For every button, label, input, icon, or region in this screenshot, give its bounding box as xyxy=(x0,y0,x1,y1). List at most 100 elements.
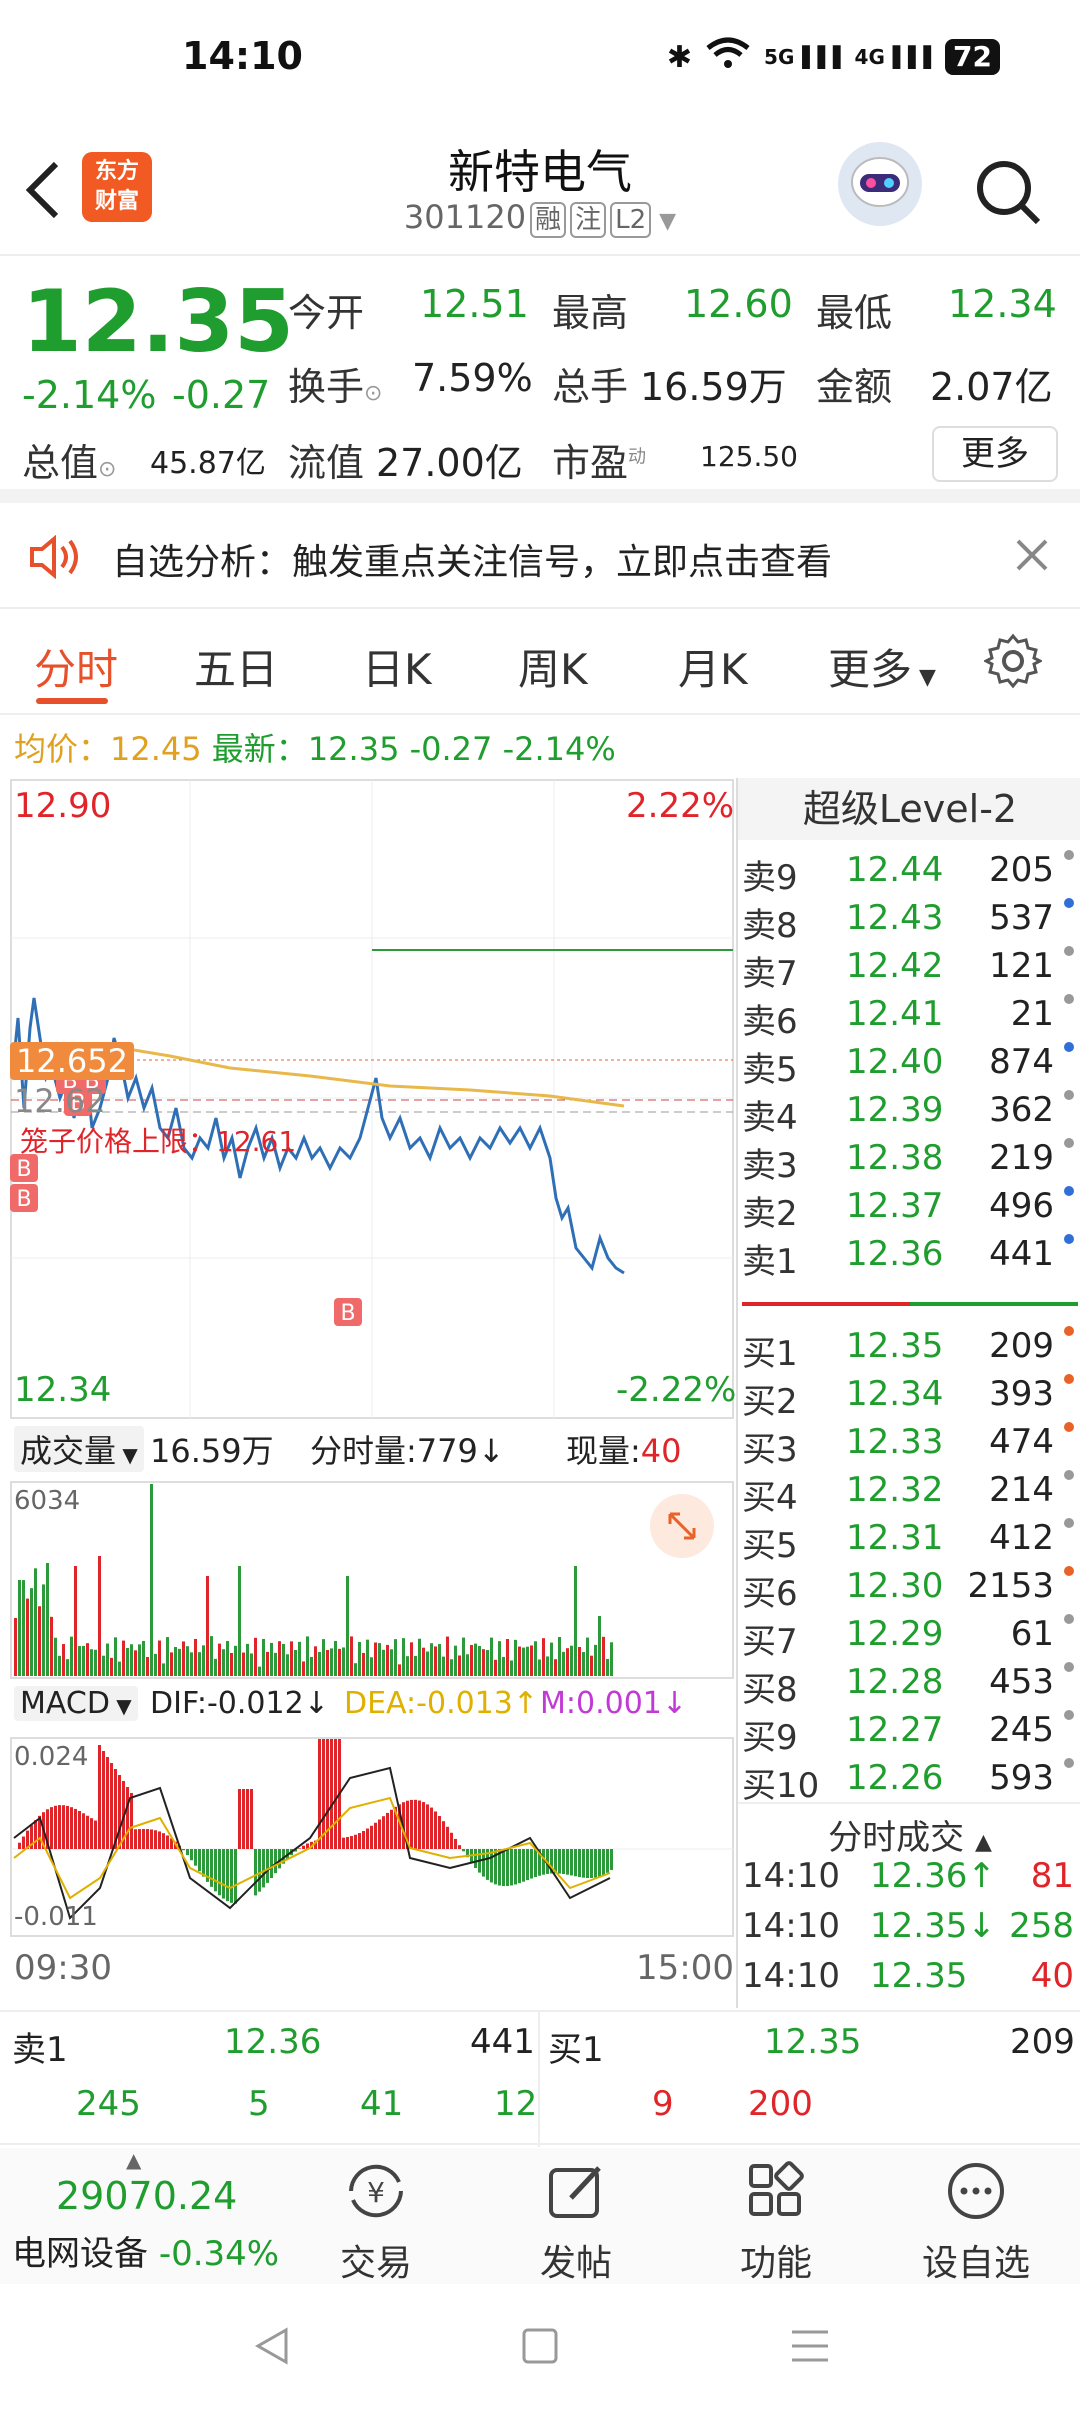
volume-bar xyxy=(238,1566,241,1676)
volume-bar xyxy=(546,1656,549,1676)
macd-bar xyxy=(434,1811,437,1849)
macd-bar xyxy=(530,1849,533,1879)
order-row: 卖8 12.43 537 xyxy=(738,898,1080,946)
macd-bar xyxy=(158,1831,161,1849)
macd-bar xyxy=(22,1836,25,1849)
mktcap-label[interactable]: 总值⊙ xyxy=(22,432,116,487)
macd-bar xyxy=(198,1849,201,1872)
order-flag-dot xyxy=(1064,1326,1074,1336)
close-icon[interactable] xyxy=(1014,537,1050,577)
trade-price: 12.36↑ xyxy=(870,1856,996,1896)
price-info-line: 均价：12.45 最新：12.35 -0.27 -2.14% xyxy=(14,724,616,770)
tab-five-day[interactable]: 五日 xyxy=(194,636,278,697)
volume-bar xyxy=(458,1655,461,1676)
trade-row: 14:10 12.35↓ 258 xyxy=(738,1906,1080,1956)
order-volume: 474 xyxy=(989,1422,1054,1462)
volume-bar xyxy=(54,1637,57,1676)
macd-bar xyxy=(186,1849,189,1856)
macd-dif: DIF:-0.012↓ xyxy=(150,1686,329,1721)
notice-bar[interactable]: 自选分析：触发重点关注信号，立即点击查看 xyxy=(0,505,1080,609)
volume-label: 总手 xyxy=(552,365,629,409)
macd-selector[interactable]: MACD ▼ xyxy=(14,1686,138,1721)
function-button[interactable]: 功能 xyxy=(696,2148,856,2284)
order-price: 12.33 xyxy=(846,1422,944,1462)
order-flag-dot xyxy=(1064,1710,1074,1720)
nav-menu-icon[interactable] xyxy=(788,2326,832,2370)
volume-bar xyxy=(86,1643,89,1676)
volume-bar xyxy=(58,1655,61,1676)
volume-bar xyxy=(166,1637,169,1676)
volume-bar xyxy=(226,1641,229,1676)
volume-bar xyxy=(30,1588,33,1676)
volume-bar xyxy=(406,1656,409,1676)
volume-bar xyxy=(126,1647,129,1676)
trade-row: 14:10 12.35 40 xyxy=(738,1956,1080,2006)
order-price: 12.39 xyxy=(846,1090,944,1130)
order-volume: 441 xyxy=(989,1234,1054,1274)
expand-icon[interactable] xyxy=(650,1494,714,1558)
volume-bar xyxy=(602,1636,605,1676)
intraday-chart[interactable]: BBBBBB 12.90 2.22% 12.652 12.62 笼子价格上限：1… xyxy=(10,778,736,2008)
settings-gear-icon[interactable] xyxy=(982,632,1044,694)
tab-intraday[interactable]: 分时 xyxy=(34,636,118,697)
search-icon[interactable] xyxy=(972,156,1044,232)
trade-button[interactable]: ¥ 交易 xyxy=(296,2148,456,2284)
volume-bar xyxy=(414,1655,417,1676)
volume-bar xyxy=(234,1645,237,1676)
chart-tabs: 分时 五日 日K 周K 月K 更多 ▼ xyxy=(0,610,1080,715)
volume-bar xyxy=(290,1641,293,1676)
volume-bar xyxy=(466,1654,469,1676)
order-price: 12.31 xyxy=(846,1518,944,1558)
bottom-book: 卖1 12.36 441 买1 12.35 209 245 5 41 12 9 … xyxy=(0,2010,1080,2147)
dropdown-icon: ▼ xyxy=(659,209,677,234)
macd-bar xyxy=(138,1829,141,1849)
signal-5g-icon: 5G▐▐▐ xyxy=(764,45,841,69)
volume-bar xyxy=(186,1646,189,1676)
turnover-label[interactable]: 换手⊙ xyxy=(288,356,382,411)
trades-title[interactable]: 分时成交 ▲ xyxy=(738,1802,1080,1859)
status-bar: 14:10 ✱ 5G▐▐▐ 4G▐▐▐ 72 xyxy=(0,0,1080,120)
bottom-ask-label: 卖1 xyxy=(12,2030,68,2070)
tab-more[interactable]: 更多 ▼ xyxy=(828,636,936,697)
macd-bar xyxy=(230,1849,233,1903)
price-change: -0.27 xyxy=(172,373,271,417)
volume-bar xyxy=(378,1643,381,1676)
tab-weekly-k[interactable]: 周K xyxy=(518,636,588,697)
sector-index[interactable]: ▲ 29070.24 电网设备 -0.34% xyxy=(0,2148,290,2284)
volume-bar xyxy=(558,1637,561,1676)
tick-volume: 分时量:779↓ xyxy=(310,1432,505,1470)
volume-value: 16.59万 xyxy=(640,365,787,409)
volume-bar xyxy=(590,1655,593,1676)
macd-bar xyxy=(334,1739,337,1849)
volume-bar xyxy=(322,1639,325,1676)
bottom-right-num: 9 xyxy=(652,2084,674,2124)
nav-back-icon[interactable] xyxy=(250,2324,294,2372)
volume-bar xyxy=(550,1642,553,1676)
volume-bar xyxy=(82,1645,85,1676)
volume-bar xyxy=(62,1644,65,1676)
volume-bar xyxy=(446,1636,449,1676)
robot-avatar-icon[interactable] xyxy=(838,142,922,226)
volume-selector[interactable]: 成交量 ▼ xyxy=(14,1426,144,1472)
macd-bars-group xyxy=(13,1739,613,1920)
volume-bar xyxy=(146,1657,149,1676)
tab-monthly-k[interactable]: 月K xyxy=(678,636,748,697)
post-button[interactable]: 发帖 xyxy=(496,2148,656,2284)
volume-bar xyxy=(586,1637,589,1676)
level2-title[interactable]: 超级Level-2 xyxy=(738,778,1080,840)
tab-daily-k[interactable]: 日K xyxy=(362,636,432,697)
nav-home-icon[interactable] xyxy=(520,2326,560,2370)
macd-bar xyxy=(86,1815,89,1849)
avg-label: 均价： xyxy=(14,730,111,768)
order-row: 买3 12.33 474 xyxy=(738,1422,1080,1470)
volume-bar xyxy=(206,1576,209,1676)
trade-icon: ¥ xyxy=(341,2156,411,2226)
time-end-label: 15:00 xyxy=(636,1948,734,1988)
macd-bar xyxy=(318,1739,321,1849)
bottom-left-num: 41 xyxy=(360,2084,404,2124)
order-row: 卖4 12.39 362 xyxy=(738,1090,1080,1138)
volume-bar xyxy=(78,1646,81,1676)
index-value: 29070.24 xyxy=(56,2174,238,2218)
add-watchlist-button[interactable]: 设自选 xyxy=(896,2148,1056,2284)
more-button[interactable]: 更多 xyxy=(932,426,1058,482)
